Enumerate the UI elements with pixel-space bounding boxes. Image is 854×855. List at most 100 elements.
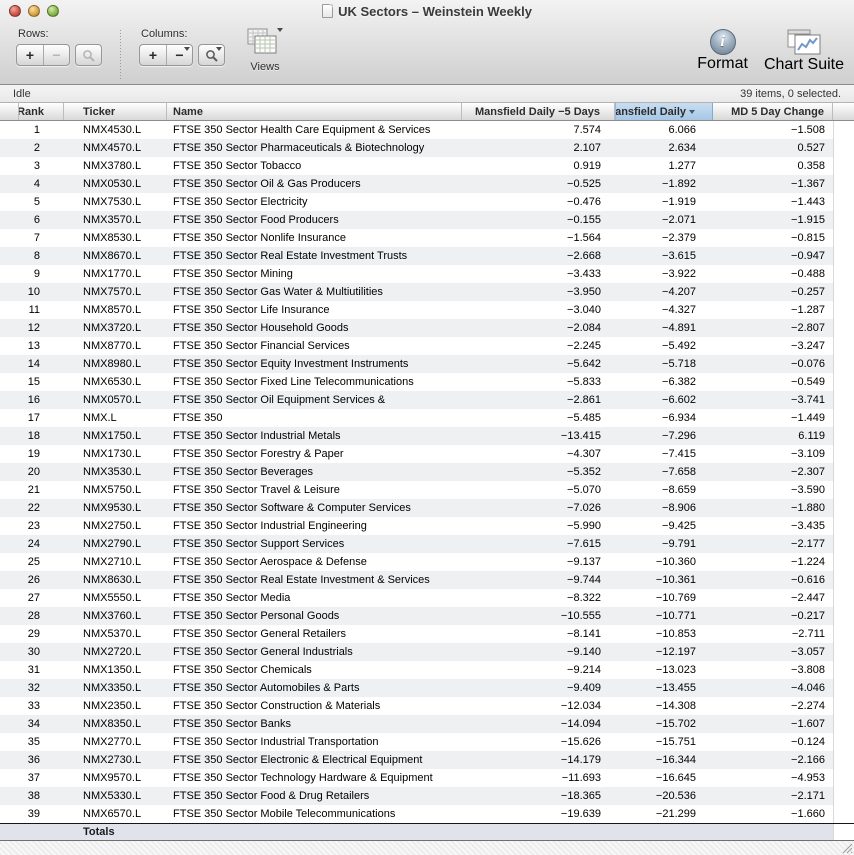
table-row[interactable]: 32NMX3350.LFTSE 350 Sector Automobiles &… bbox=[0, 679, 854, 697]
filler-cell bbox=[833, 247, 854, 265]
rank-cell: 16 bbox=[19, 391, 64, 409]
views-button[interactable]: Views bbox=[247, 24, 283, 73]
mansfield-daily-cell: −5.492 bbox=[615, 337, 713, 355]
mansfield-daily-5-days-cell: 2.107 bbox=[462, 139, 615, 157]
table-row[interactable]: 13NMX8770.LFTSE 350 Sector Financial Ser… bbox=[0, 337, 854, 355]
mansfield-daily-cell: 1.277 bbox=[615, 157, 713, 175]
table-row[interactable]: 30NMX2720.LFTSE 350 Sector General Indus… bbox=[0, 643, 854, 661]
column-header-mansfield-daily-5-days[interactable]: Mansfield Daily −5 Days bbox=[462, 103, 615, 120]
column-header-rank[interactable]: Rank bbox=[19, 103, 64, 120]
ticker-cell: NMX5330.L bbox=[64, 787, 167, 805]
column-header-name[interactable]: Name bbox=[167, 103, 462, 120]
table-row[interactable]: 7NMX8530.LFTSE 350 Sector Nonlife Insura… bbox=[0, 229, 854, 247]
table-row[interactable]: 39NMX6570.LFTSE 350 Sector Mobile Teleco… bbox=[0, 805, 854, 823]
table-row[interactable]: 12NMX3720.LFTSE 350 Sector Household Goo… bbox=[0, 319, 854, 337]
mansfield-daily-5-days-cell: −19.639 bbox=[462, 805, 615, 823]
minimize-button[interactable] bbox=[28, 5, 40, 17]
filler-cell bbox=[833, 679, 854, 697]
format-button[interactable]: i Format bbox=[697, 24, 748, 73]
gutter-cell bbox=[0, 157, 19, 175]
ticker-cell: NMX1750.L bbox=[64, 427, 167, 445]
table-row[interactable]: 21NMX5750.LFTSE 350 Sector Travel & Leis… bbox=[0, 481, 854, 499]
gutter-cell bbox=[0, 427, 19, 445]
table-row[interactable]: 29NMX5370.LFTSE 350 Sector General Retai… bbox=[0, 625, 854, 643]
table-row[interactable]: 17NMX.LFTSE 350−5.485−6.934−1.449 bbox=[0, 409, 854, 427]
table-row[interactable]: 25NMX2710.LFTSE 350 Sector Aerospace & D… bbox=[0, 553, 854, 571]
name-cell: FTSE 350 Sector Banks bbox=[167, 715, 462, 733]
table-row[interactable]: 9NMX1770.LFTSE 350 Sector Mining−3.433−3… bbox=[0, 265, 854, 283]
table-row[interactable]: 8NMX8670.LFTSE 350 Sector Real Estate In… bbox=[0, 247, 854, 265]
mansfield-daily-cell: −21.299 bbox=[615, 805, 713, 823]
table-row[interactable]: 18NMX1750.LFTSE 350 Sector Industrial Me… bbox=[0, 427, 854, 445]
search-rows-button[interactable] bbox=[75, 44, 102, 66]
table-row[interactable]: 1NMX4530.LFTSE 350 Sector Health Care Eq… bbox=[0, 121, 854, 139]
filler-cell bbox=[833, 121, 854, 139]
table-row[interactable]: 35NMX2770.LFTSE 350 Sector Industrial Tr… bbox=[0, 733, 854, 751]
column-header-md-5-day-change[interactable]: MD 5 Day Change bbox=[713, 103, 833, 120]
table-row[interactable]: 4NMX0530.LFTSE 350 Sector Oil & Gas Prod… bbox=[0, 175, 854, 193]
rows-tool-group: Rows: + − bbox=[16, 24, 102, 66]
filler-cell bbox=[833, 265, 854, 283]
table-row[interactable]: 37NMX9570.LFTSE 350 Sector Technology Ha… bbox=[0, 769, 854, 787]
ticker-cell: NMX7530.L bbox=[64, 193, 167, 211]
table-row[interactable]: 3NMX3780.LFTSE 350 Sector Tobacco0.9191.… bbox=[0, 157, 854, 175]
add-row-button[interactable]: + bbox=[17, 45, 43, 65]
table-row[interactable]: 22NMX9530.LFTSE 350 Sector Software & Co… bbox=[0, 499, 854, 517]
views-icon bbox=[247, 28, 279, 56]
totals-row[interactable]: Totals bbox=[0, 823, 854, 841]
mansfield-daily-5-days-cell: −0.476 bbox=[462, 193, 615, 211]
mansfield-daily-cell: −4.891 bbox=[615, 319, 713, 337]
table-row[interactable]: 31NMX1350.LFTSE 350 Sector Chemicals−9.2… bbox=[0, 661, 854, 679]
table-row[interactable]: 24NMX2790.LFTSE 350 Sector Support Servi… bbox=[0, 535, 854, 553]
column-header-ticker[interactable]: Ticker bbox=[64, 103, 167, 120]
mansfield-daily-5-days-cell: −14.094 bbox=[462, 715, 615, 733]
table-row[interactable]: 27NMX5550.LFTSE 350 Sector Media−8.322−1… bbox=[0, 589, 854, 607]
column-header-mansfield-daily[interactable]: Mansfield Daily bbox=[615, 103, 713, 120]
filler-cell bbox=[833, 517, 854, 535]
table-row[interactable]: 36NMX2730.LFTSE 350 Sector Electronic & … bbox=[0, 751, 854, 769]
table-row[interactable]: 23NMX2750.LFTSE 350 Sector Industrial En… bbox=[0, 517, 854, 535]
rank-cell: 9 bbox=[19, 265, 64, 283]
remove-column-button[interactable]: − bbox=[166, 45, 192, 65]
filler-cell bbox=[833, 427, 854, 445]
mansfield-daily-5-days-cell: 0.919 bbox=[462, 157, 615, 175]
mansfield-daily-cell: −9.425 bbox=[615, 517, 713, 535]
md-5-day-change-cell: 0.358 bbox=[713, 157, 833, 175]
mansfield-daily-cell: −7.415 bbox=[615, 445, 713, 463]
rank-cell: 5 bbox=[19, 193, 64, 211]
table-row[interactable]: 15NMX6530.LFTSE 350 Sector Fixed Line Te… bbox=[0, 373, 854, 391]
ticker-cell: NMX3570.L bbox=[64, 211, 167, 229]
chart-suite-button[interactable]: Chart Suite bbox=[764, 24, 844, 74]
rank-cell: 1 bbox=[19, 121, 64, 139]
close-button[interactable] bbox=[9, 5, 21, 17]
resize-grip[interactable] bbox=[840, 841, 853, 854]
table-row[interactable]: 34NMX8350.LFTSE 350 Sector Banks−14.094−… bbox=[0, 715, 854, 733]
table-row[interactable]: 19NMX1730.LFTSE 350 Sector Forestry & Pa… bbox=[0, 445, 854, 463]
table-row[interactable]: 5NMX7530.LFTSE 350 Sector Electricity−0.… bbox=[0, 193, 854, 211]
add-column-button[interactable]: + bbox=[140, 45, 166, 65]
zoom-button[interactable] bbox=[47, 5, 59, 17]
table-row[interactable]: 28NMX3760.LFTSE 350 Sector Personal Good… bbox=[0, 607, 854, 625]
rank-cell: 17 bbox=[19, 409, 64, 427]
mansfield-daily-5-days-cell: −9.744 bbox=[462, 571, 615, 589]
table-row[interactable]: 33NMX2350.LFTSE 350 Sector Construction … bbox=[0, 697, 854, 715]
table-row[interactable]: 26NMX8630.LFTSE 350 Sector Real Estate I… bbox=[0, 571, 854, 589]
remove-row-button[interactable]: − bbox=[43, 45, 69, 65]
ticker-cell: NMX8670.L bbox=[64, 247, 167, 265]
table-row[interactable]: 11NMX8570.LFTSE 350 Sector Life Insuranc… bbox=[0, 301, 854, 319]
filler-cell bbox=[833, 373, 854, 391]
table-row[interactable]: 10NMX7570.LFTSE 350 Sector Gas Water & M… bbox=[0, 283, 854, 301]
table-row[interactable]: 2NMX4570.LFTSE 350 Sector Pharmaceutical… bbox=[0, 139, 854, 157]
search-columns-button[interactable] bbox=[198, 44, 225, 66]
table-row[interactable]: 14NMX8980.LFTSE 350 Sector Equity Invest… bbox=[0, 355, 854, 373]
title-bar[interactable]: UK Sectors – Weinstein Weekly bbox=[0, 0, 854, 22]
gutter-cell bbox=[0, 301, 19, 319]
rows-label: Rows: bbox=[18, 28, 102, 40]
table-row[interactable]: 6NMX3570.LFTSE 350 Sector Food Producers… bbox=[0, 211, 854, 229]
md-5-day-change-cell: −2.711 bbox=[713, 625, 833, 643]
gutter-cell bbox=[0, 247, 19, 265]
table-row[interactable]: 20NMX3530.LFTSE 350 Sector Beverages−5.3… bbox=[0, 463, 854, 481]
table-row[interactable]: 38NMX5330.LFTSE 350 Sector Food & Drug R… bbox=[0, 787, 854, 805]
mansfield-daily-cell: −4.207 bbox=[615, 283, 713, 301]
table-row[interactable]: 16NMX0570.LFTSE 350 Sector Oil Equipment… bbox=[0, 391, 854, 409]
